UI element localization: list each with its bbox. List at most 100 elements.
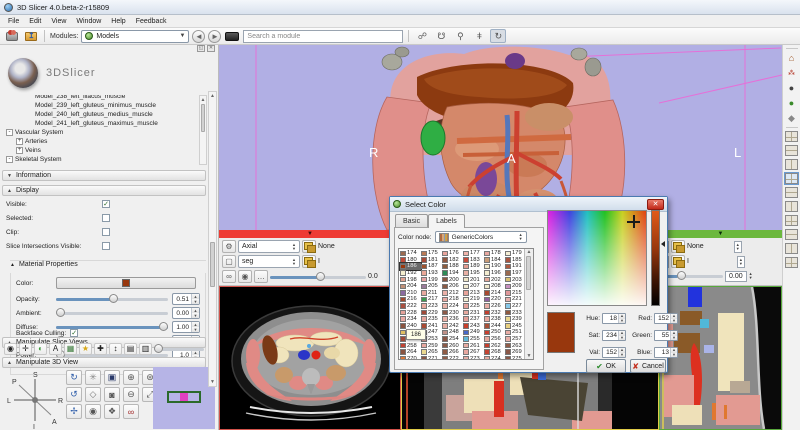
label-color-227[interactable]: 227 xyxy=(505,303,526,310)
menu-edit[interactable]: Edit xyxy=(24,18,46,25)
label-outline-button[interactable]: ▢ xyxy=(222,255,236,268)
menu-help[interactable]: Help xyxy=(106,18,130,25)
backface-culling-checkbox[interactable]: ✓ xyxy=(70,329,78,337)
label-color-260[interactable]: 260 xyxy=(442,342,463,349)
slider-spinbox[interactable]: 1.00▲▼ xyxy=(172,321,200,333)
layout-grid-button[interactable] xyxy=(785,159,798,170)
hue-saturation-picker[interactable] xyxy=(547,210,647,306)
visibility-eye-button[interactable]: ◉ xyxy=(238,270,252,283)
stereo-glasses-button[interactable]: ∞ xyxy=(123,404,139,419)
spin-button[interactable]: ↺ xyxy=(66,387,82,402)
label-color-225[interactable]: 225 xyxy=(463,303,484,310)
label-color-178[interactable]: 178 xyxy=(484,250,505,257)
panel-undock-icon[interactable]: ◱ xyxy=(197,45,205,52)
orientation-axes-widget[interactable]: S I L R P A xyxy=(6,369,64,430)
place-fiducial-button[interactable]: ⚲ xyxy=(452,29,468,43)
ok-button[interactable]: ✔ OK xyxy=(586,359,626,373)
label-color-list[interactable]: 1741751761771781791801811821831841851861… xyxy=(398,248,534,360)
star-icon[interactable]: ★ xyxy=(79,343,92,355)
label-color-249[interactable]: 249 xyxy=(463,329,484,336)
label-color-257[interactable]: 257 xyxy=(505,336,526,343)
more-options-button[interactable]: … xyxy=(254,270,268,283)
label-color-255[interactable]: 255 xyxy=(463,336,484,343)
tab-labels[interactable]: Labels xyxy=(428,214,465,228)
label-color-250[interactable]: 250 xyxy=(484,329,505,336)
label-color-190[interactable]: 190 xyxy=(484,263,505,270)
camera-button[interactable]: ◙ xyxy=(104,387,120,402)
orthographic-button[interactable]: ◇ xyxy=(85,387,101,402)
color-node-combo[interactable]: GenericColors ▲▼ xyxy=(435,231,527,243)
tab-basic[interactable]: Basic xyxy=(395,214,428,227)
layout-fourup-button[interactable] xyxy=(785,131,798,142)
rotate-button[interactable]: ↻ xyxy=(66,370,82,385)
tree-item[interactable]: +Arteries xyxy=(6,137,198,146)
layout-3d-over-slices-button[interactable] xyxy=(785,145,798,156)
foreground-layer-button[interactable] xyxy=(671,240,685,253)
tree-item[interactable]: +Veins xyxy=(6,146,198,155)
scene-views-button[interactable]: ❖ xyxy=(104,404,120,419)
label-color-215[interactable]: 215 xyxy=(505,290,526,297)
extensions-button[interactable]: ⁂ xyxy=(785,67,798,79)
label-color-244[interactable]: 244 xyxy=(484,323,505,330)
title-bar[interactable]: 3D Slicer 4.0.beta-2-r15809 xyxy=(0,0,800,15)
zoom-out-button[interactable]: ⊖ xyxy=(123,387,139,402)
val-spinbox[interactable]: 152▲▼ xyxy=(602,347,626,358)
spinner-icon[interactable]: ▲▼ xyxy=(749,272,753,280)
label-layer-button[interactable] xyxy=(302,255,316,268)
label-color-254[interactable]: 254 xyxy=(442,336,463,343)
label-color-204[interactable]: 204 xyxy=(400,283,421,290)
tree-item[interactable]: +Ribs xyxy=(6,164,198,165)
label-color-181[interactable]: 181 xyxy=(421,257,442,264)
label-color-193[interactable]: 193 xyxy=(421,270,442,277)
modules-combo[interactable]: Models ▼ xyxy=(81,30,189,43)
fg-layers-icon[interactable]: ▤ xyxy=(124,343,137,355)
label-color-211[interactable]: 211 xyxy=(421,290,442,297)
tree-scrollbar[interactable]: ▲ xyxy=(199,95,207,165)
crosshair-icon[interactable]: ✚ xyxy=(94,343,107,355)
module-back-button[interactable]: ◄ xyxy=(192,30,205,43)
cancel-button[interactable]: ✘ Cancel xyxy=(630,359,666,373)
coronal-slice-view[interactable] xyxy=(659,286,782,430)
label-color-210[interactable]: 210 xyxy=(400,290,421,297)
label-color-236[interactable]: 236 xyxy=(442,316,463,323)
slider-spinbox[interactable]: 0.51▲▼ xyxy=(172,293,200,305)
checkbox[interactable] xyxy=(102,242,110,250)
label-color-262[interactable]: 262 xyxy=(484,342,505,349)
label-color-214[interactable]: 214 xyxy=(484,290,505,297)
menu-file[interactable]: File xyxy=(3,18,24,25)
menu-window[interactable]: Window xyxy=(71,18,106,25)
label-color-186[interactable]: 186 xyxy=(400,263,421,270)
label-color-201[interactable]: 201 xyxy=(463,276,484,283)
label-color-268[interactable]: 268 xyxy=(484,349,505,356)
menu-view[interactable]: View xyxy=(46,18,71,25)
save-button[interactable] xyxy=(23,29,39,43)
view3d-navigation-thumbnail[interactable] xyxy=(153,367,215,429)
tree-expander-icon[interactable]: + xyxy=(16,147,23,154)
information-section-header[interactable]: ▼ Information xyxy=(2,170,206,181)
label-color-177[interactable]: 177 xyxy=(463,250,484,257)
label-color-183[interactable]: 183 xyxy=(463,257,484,264)
crosshair-toggle-button[interactable]: ↻ xyxy=(490,29,506,43)
label-color-226[interactable]: 226 xyxy=(484,303,505,310)
slice-offset-slider[interactable] xyxy=(661,270,723,282)
label-color-245[interactable]: 245 xyxy=(505,323,526,330)
label-color-174[interactable]: 174 xyxy=(400,250,421,257)
label-color-242[interactable]: 242 xyxy=(442,323,463,330)
checkbox[interactable] xyxy=(102,214,110,222)
checkbox[interactable] xyxy=(102,228,110,236)
label-color-270[interactable]: 270 xyxy=(400,356,421,361)
label-color-213[interactable]: 213 xyxy=(463,290,484,297)
label-color-251[interactable]: 251 xyxy=(505,329,526,336)
axes-button[interactable]: ✢ xyxy=(66,404,82,419)
label-color-194[interactable]: 194 xyxy=(442,270,463,277)
label-color-192[interactable]: 192 xyxy=(400,270,421,277)
center-view-button[interactable]: ✳ xyxy=(85,370,101,385)
segmentation-select[interactable]: seg ▲▼ xyxy=(238,255,300,268)
slice-offset-slider[interactable] xyxy=(270,271,366,283)
menu-feedback[interactable]: Feedback xyxy=(131,18,172,25)
screenshot-button[interactable]: ▣ xyxy=(104,370,120,385)
checkbox[interactable]: ✓ xyxy=(102,200,110,208)
fit-slices-icon[interactable]: ✛ xyxy=(19,343,32,355)
foreground-layer-button[interactable] xyxy=(302,240,316,253)
bg-layers-icon[interactable]: ▥ xyxy=(139,343,152,355)
